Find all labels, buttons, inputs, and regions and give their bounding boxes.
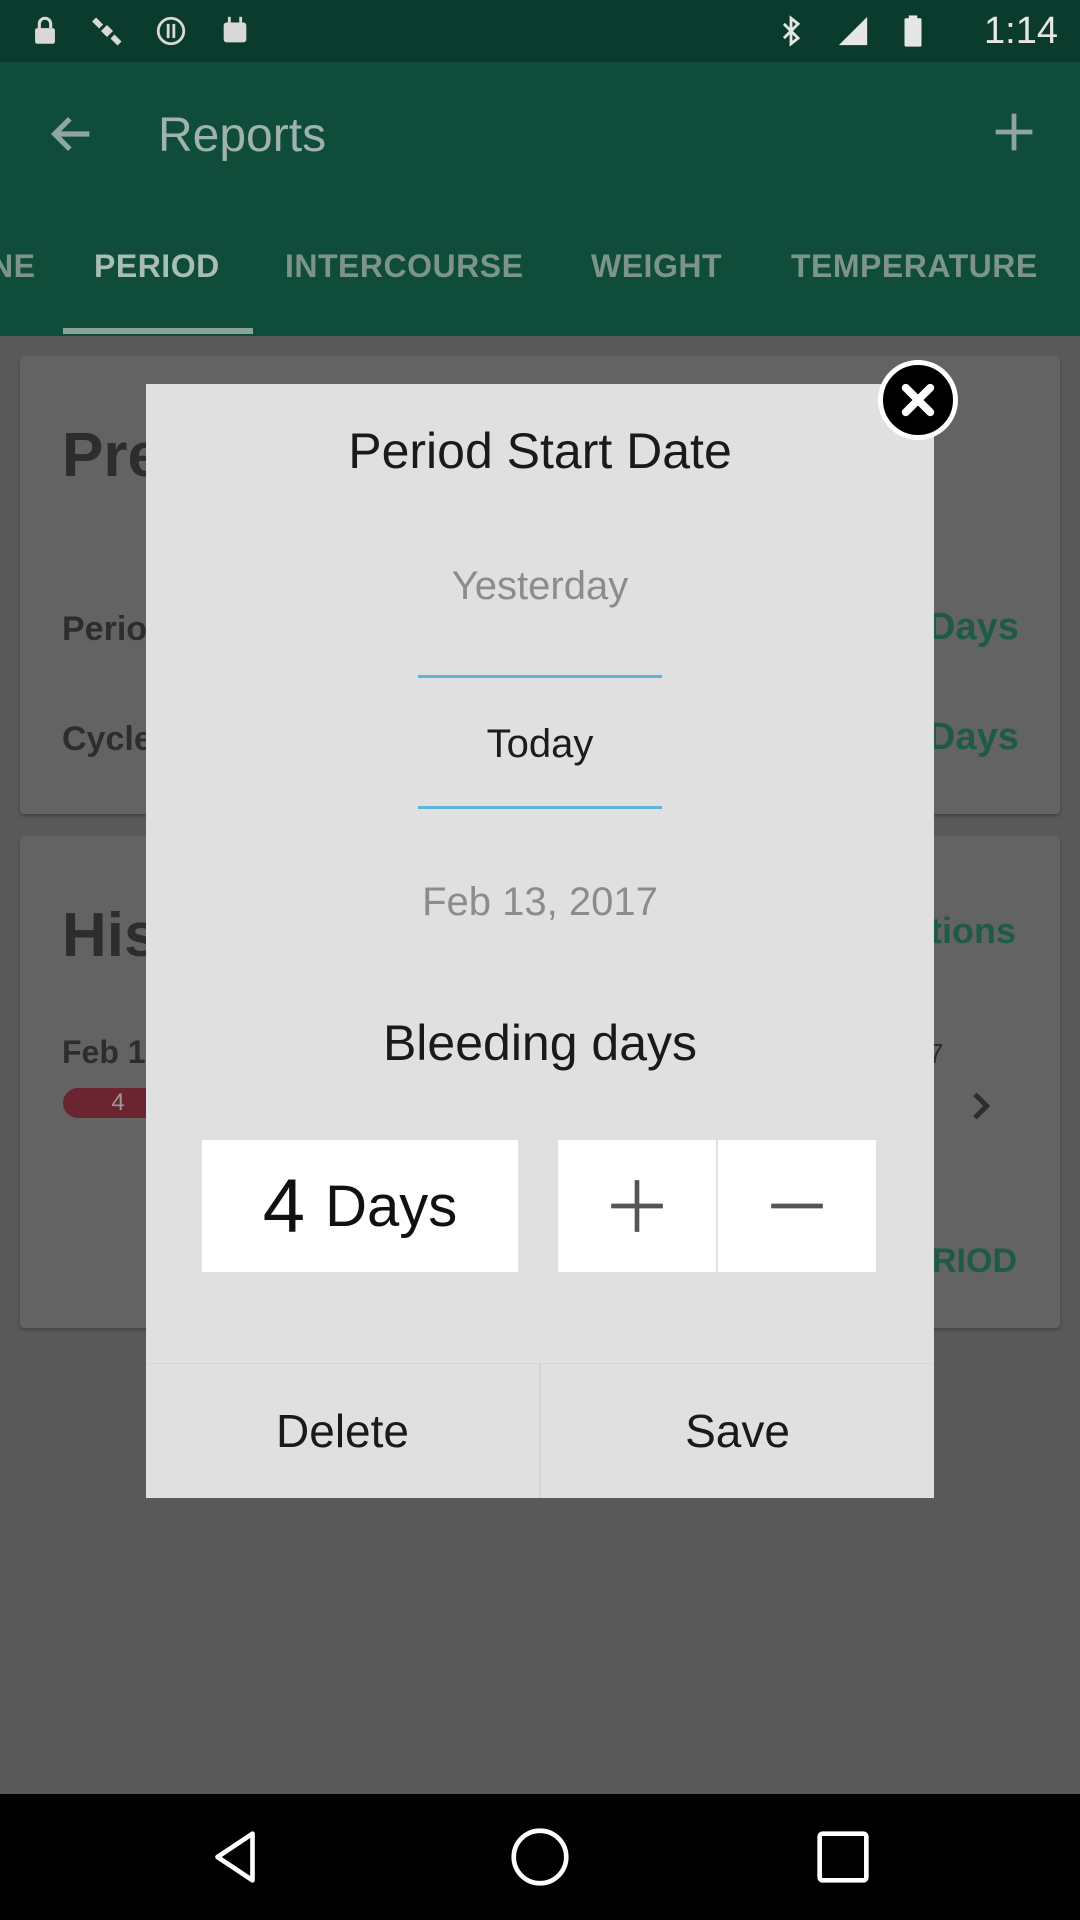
bleeding-days-value: 4 Days — [202, 1140, 518, 1272]
home-nav-icon[interactable] — [505, 1822, 575, 1892]
picker-divider-top — [418, 675, 662, 678]
lock-icon — [35, 16, 55, 44]
page-title: Reports — [158, 109, 327, 162]
history-date: Feb 1 — [62, 1034, 146, 1070]
tab-temperature[interactable]: TEMPERATURE — [791, 248, 1038, 285]
minus-icon — [771, 1203, 823, 1209]
tab-intercourse[interactable]: INTERCOURSE — [285, 248, 523, 285]
bleeding-days-title: Bleeding days — [382, 1015, 698, 1071]
tab-weight[interactable]: WEIGHT — [591, 248, 722, 285]
add-icon[interactable] — [992, 110, 1036, 154]
tab-ne[interactable]: NE — [0, 248, 35, 285]
days-number: 4 — [262, 1163, 306, 1249]
status-bar: 1:14 — [0, 0, 1080, 62]
card-row-value: Days — [928, 606, 1019, 648]
days-unit: Days — [325, 1173, 458, 1239]
picker-item-below[interactable]: Feb 13, 2017 — [146, 880, 934, 925]
app-bar — [0, 62, 1080, 336]
card-row-label: Cycle — [62, 720, 153, 758]
card-row-label: Perio — [62, 610, 148, 648]
options-link[interactable]: tions — [930, 910, 1016, 952]
sync-icon — [156, 16, 186, 46]
close-dialog-button[interactable] — [878, 360, 958, 440]
plus-icon — [611, 1180, 663, 1232]
increment-button[interactable] — [558, 1140, 716, 1272]
fake-gps-icon — [92, 17, 122, 46]
picker-item-above[interactable]: Yesterday — [146, 564, 934, 609]
back-arrow-icon[interactable] — [46, 108, 98, 160]
tab-period[interactable]: PERIOD — [94, 248, 220, 285]
android-icon — [223, 16, 247, 43]
period-start-dialog: Period Start Date Yesterday Today Feb 13… — [146, 384, 934, 1498]
navigation-bar — [0, 1794, 1080, 1920]
picker-item-selected[interactable]: Today — [146, 722, 934, 767]
close-icon — [901, 383, 935, 417]
dialog-title: Period Start Date — [348, 423, 732, 479]
battery-icon — [904, 15, 922, 47]
card-row-value: Days — [928, 716, 1019, 758]
signal-icon — [838, 16, 868, 46]
delete-button[interactable]: Delete — [146, 1364, 539, 1498]
status-time: 1:14 — [984, 10, 1058, 52]
tab-indicator — [63, 328, 253, 334]
picker-divider-bottom — [418, 806, 662, 809]
save-button[interactable]: Save — [541, 1364, 934, 1498]
chevron-right-icon[interactable] — [960, 1086, 1000, 1126]
bluetooth-icon — [782, 15, 801, 47]
recents-nav-icon[interactable] — [808, 1822, 878, 1892]
back-nav-icon[interactable] — [200, 1822, 270, 1892]
add-period-link[interactable]: RIOD — [932, 1242, 1017, 1281]
card-heading: His — [62, 901, 159, 970]
decrement-button[interactable] — [718, 1140, 876, 1272]
